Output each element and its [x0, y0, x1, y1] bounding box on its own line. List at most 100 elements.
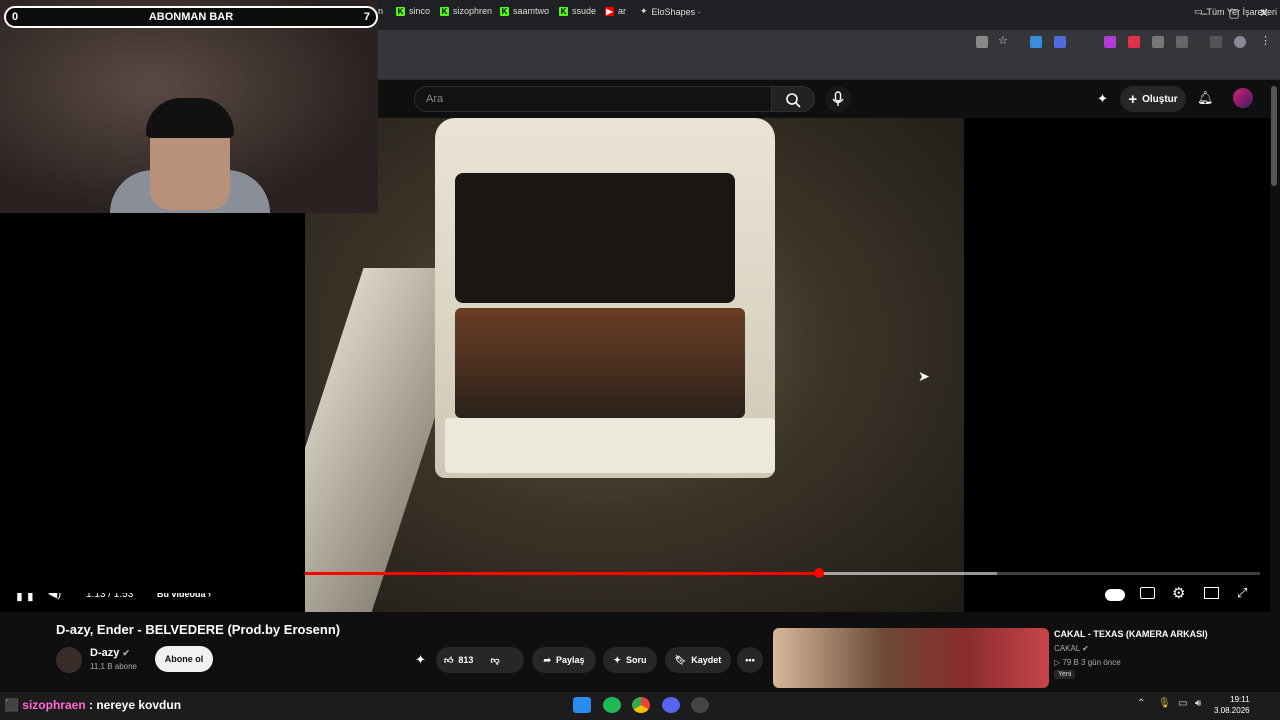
search-input[interactable]: Ara — [414, 86, 772, 112]
extension-icon[interactable] — [1030, 36, 1042, 48]
plus-icon: + — [1128, 90, 1138, 108]
channel-avatar[interactable] — [56, 647, 82, 673]
van-windshield — [455, 173, 735, 303]
discord-icon[interactable] — [662, 697, 680, 713]
video-title: D-azy, Ender - BELVEDERE (Prod.by Erosen… — [56, 622, 341, 637]
recommended-title[interactable]: CAKAL - TEXAS (KAMERA ARKASI) — [1054, 629, 1208, 639]
tab-search-icon[interactable] — [1210, 36, 1222, 48]
video-frame[interactable] — [305, 118, 964, 612]
youtube-icon: ▶ — [605, 6, 614, 16]
channel-name-text: D-azy — [90, 647, 120, 659]
recommended-thumbnail[interactable] — [773, 628, 1049, 688]
save-button[interactable]: 🔖︎ Kaydet — [665, 647, 731, 673]
system-clock[interactable]: 19:11 3.08.2026 — [1214, 694, 1250, 716]
verified-icon: ✔ — [122, 648, 130, 658]
thumbs-down-icon: 👎︎ — [490, 654, 500, 665]
bookmark-partial[interactable]: n — [378, 6, 383, 16]
speaker-icon[interactable]: 🔊︎ — [1195, 698, 1201, 709]
profile-avatar[interactable] — [1234, 36, 1246, 48]
bookmark-label: sizophren — [453, 6, 493, 16]
subscribe-button[interactable]: Abone ol — [155, 646, 213, 672]
goal-current: 0 — [12, 11, 19, 23]
recommended-channel-text: CAKAL — [1054, 644, 1080, 653]
subtitles-icon[interactable] — [1140, 587, 1155, 599]
clock-time: 19:11 — [1230, 695, 1250, 704]
page-scrollbar[interactable] — [1271, 86, 1277, 186]
autoplay-toggle[interactable] — [1105, 589, 1125, 601]
star-icon[interactable]: ☆ — [998, 34, 1010, 47]
chrome-icon[interactable] — [632, 697, 650, 713]
account-avatar[interactable] — [1233, 88, 1253, 108]
bookmark-label: ar — [618, 6, 627, 16]
subscriber-count: 11,1 B abone — [90, 662, 138, 671]
puzzle-icon[interactable] — [1176, 36, 1188, 48]
chat-username: sizophraen — [22, 698, 86, 712]
network-icon[interactable]: ▭ — [1178, 698, 1187, 709]
more-actions-button[interactable]: ••• — [737, 647, 763, 673]
extension-icon[interactable] — [1128, 36, 1140, 48]
create-button[interactable]: + Oluştur — [1120, 86, 1186, 112]
extension-icon[interactable] — [1152, 36, 1164, 48]
bookmark-saamtwo[interactable]: Ksaamtwo — [500, 6, 549, 16]
all-bookmarks-label: Tüm Yer İşaretleri — [1206, 6, 1278, 17]
microphone-icon — [832, 91, 844, 106]
bookmark-eloshapes[interactable]: ✦ EloShapes · — [640, 6, 701, 17]
channel-name[interactable]: D-azy ✔ — [90, 647, 130, 659]
spotify-icon[interactable] — [603, 697, 621, 713]
webcam-overlay — [0, 0, 378, 213]
windows-start-icon[interactable] — [573, 697, 591, 713]
goal-title: ABONMAN BAR — [148, 11, 234, 23]
save-label: Kaydet — [691, 655, 722, 665]
bookmark-icon: 🔖︎ — [674, 654, 687, 665]
all-bookmarks[interactable]: ▭ Tüm Yer İşaretleri — [1194, 6, 1277, 17]
bookmark-label: sinco — [409, 6, 431, 16]
like-button[interactable]: 👍︎ 813 👎︎ — [436, 647, 524, 673]
kick-icon: K — [396, 6, 405, 16]
app-icon[interactable] — [691, 697, 709, 713]
extension-icon[interactable] — [1054, 36, 1066, 48]
kick-icon: K — [500, 6, 509, 16]
bookmark-ssude[interactable]: Kssude — [559, 6, 596, 16]
address-bar-area — [378, 30, 1280, 54]
menu-icon[interactable]: ⋮ — [1260, 34, 1272, 47]
like-count: 813 — [458, 655, 474, 665]
folder-icon: ▭ — [1194, 6, 1203, 16]
fullscreen-icon[interactable]: ⤢ — [1237, 585, 1247, 601]
search-button[interactable] — [771, 86, 815, 112]
share-button[interactable]: ➦ Paylaş — [532, 647, 596, 673]
chat-text: : nereye kovdun — [85, 698, 182, 712]
mic-tray-icon[interactable]: 🎙︎ — [1158, 698, 1171, 709]
tray-chevron-icon[interactable]: ⌃ — [1137, 698, 1145, 709]
burned-hood — [455, 308, 745, 418]
bookmark-label: ssude — [572, 6, 597, 16]
bell-icon[interactable]: 🔔︎ — [1197, 90, 1214, 106]
verified-icon: ✔ — [1082, 644, 1089, 653]
clock-date: 3.08.2026 — [1214, 706, 1250, 715]
gemini-ask-icon[interactable]: ✦ — [415, 652, 426, 668]
bookmark-ar[interactable]: ▶ ar — [605, 6, 626, 16]
sparkle-icon: ✦ — [613, 654, 622, 665]
ask-button[interactable]: ✦ Soru — [603, 647, 657, 673]
bookmarks-bar — [378, 54, 1280, 80]
ask-label: Soru — [626, 655, 647, 665]
goal-target: 7 — [363, 11, 370, 23]
more-icon: ••• — [745, 655, 755, 665]
share-label: Paylaş — [556, 655, 585, 665]
recommended-meta: ▷ 79 B 3 gün önce — [1054, 658, 1121, 667]
gemini-icon[interactable]: ✦ — [1097, 91, 1108, 107]
subscriber-goal-bar: 0 ABONMAN BAR 7 — [4, 6, 378, 28]
extension-icon[interactable] — [1104, 36, 1116, 48]
theater-mode-icon[interactable] — [1204, 587, 1219, 599]
thumbs-up-icon: 👍︎ — [444, 654, 454, 665]
voice-search-button[interactable] — [825, 86, 851, 112]
bookmark-sizophren[interactable]: Ksizophren — [440, 6, 492, 16]
recommended-channel[interactable]: CAKAL ✔ — [1054, 644, 1089, 653]
search-icon — [786, 93, 801, 108]
settings-gear-icon[interactable]: ⚙ — [1172, 584, 1185, 602]
bookmark-sinco[interactable]: Ksinco — [396, 6, 430, 16]
cast-icon[interactable] — [976, 36, 988, 48]
streamer-cap — [146, 98, 234, 138]
kick-icon: K — [440, 6, 449, 16]
create-label: Oluştur — [1142, 93, 1178, 105]
share-icon: ➦ — [543, 654, 551, 665]
